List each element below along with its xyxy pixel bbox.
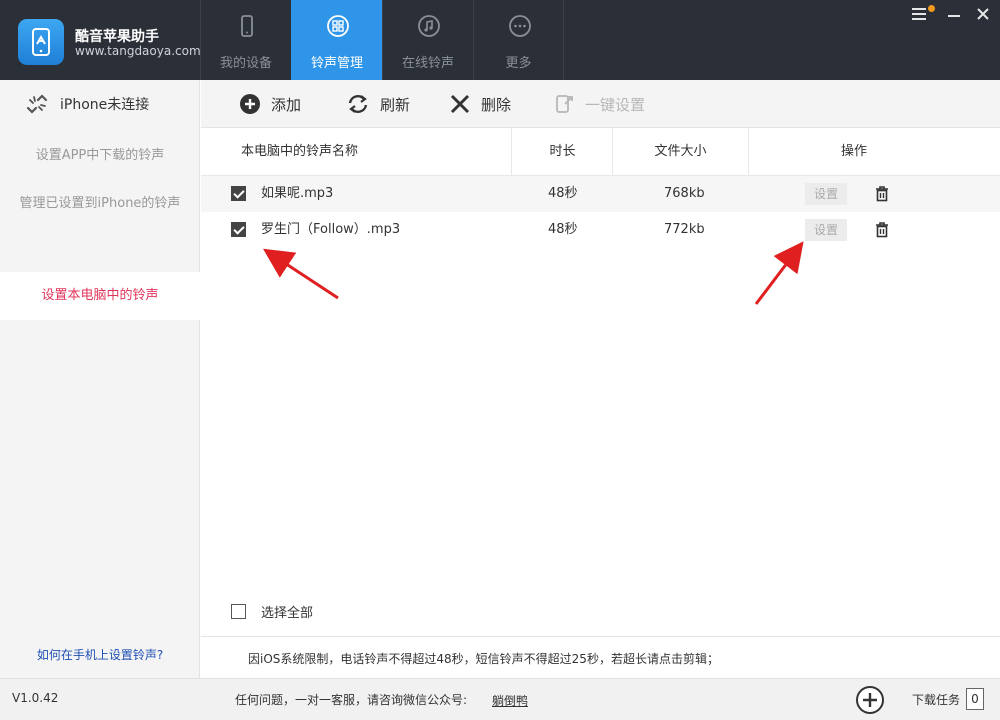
select-all-checkbox[interactable]: [231, 604, 246, 619]
main-nav: 我的设备 铃声管理 在线铃声 更多: [200, 0, 564, 80]
tab-more[interactable]: 更多: [473, 0, 564, 80]
ringtone-manage-icon: [327, 15, 349, 37]
contact-text: 任何问题，一对一客服，请咨询微信公众号:: [235, 693, 468, 707]
tab-my-device[interactable]: 我的设备: [200, 0, 291, 80]
select-all[interactable]: 选择全部: [231, 602, 313, 621]
ringtone-duration: 48秒: [548, 186, 578, 201]
app-url: www.tangdaoya.com: [75, 44, 201, 58]
trash-icon[interactable]: [875, 222, 889, 238]
status-bar: V1.0.42 任何问题，一对一客服，请咨询微信公众号: 躺倒鸭 下载任务 0: [0, 678, 1000, 720]
minimize-icon[interactable]: [943, 6, 965, 26]
header-name: 本电脑中的铃声名称: [241, 144, 359, 159]
one-click-set-icon: [556, 95, 573, 113]
tab-online-ringtone[interactable]: 在线铃声: [382, 0, 473, 80]
plus-icon: [240, 94, 260, 114]
tab-label: 在线铃声: [401, 56, 454, 71]
menu-icon[interactable]: [908, 6, 930, 26]
x-icon: [450, 94, 470, 114]
header-action: 操作: [840, 144, 867, 159]
header-duration: 时长: [549, 144, 576, 159]
ringtone-size: 772kb: [664, 222, 705, 237]
connection-text: iPhone未连接: [60, 97, 150, 113]
table-header: 本电脑中的铃声名称 时长 文件大小 操作: [201, 128, 1000, 176]
music-note-icon: [418, 15, 440, 37]
delete-label: 删除: [481, 95, 512, 114]
sidebar-item-local-ringtones[interactable]: 设置本电脑中的铃声: [0, 272, 200, 320]
more-dots-icon: [509, 15, 531, 37]
download-count: 0: [966, 688, 984, 710]
ringtone-name: 如果呢.mp3: [261, 186, 334, 201]
tab-label: 我的设备: [219, 56, 272, 71]
ringtone-duration: 48秒: [548, 222, 578, 237]
download-task-label: 下载任务: [912, 693, 961, 707]
sidebar: iPhone未连接 设置APP中下载的铃声 管理已设置到iPhone的铃声 设置…: [0, 80, 200, 678]
connection-status: iPhone未连接: [24, 92, 149, 116]
table-row[interactable]: 如果呢.mp3 48秒 768kb 设置: [201, 176, 1000, 212]
select-all-label: 选择全部: [261, 606, 314, 621]
ringtone-size: 768kb: [664, 186, 705, 201]
tab-label: 铃声管理: [310, 56, 363, 71]
header-size: 文件大小: [654, 144, 707, 159]
wechat-link[interactable]: 躺倒鸭: [492, 692, 528, 709]
download-task-icon[interactable]: [855, 685, 885, 715]
table-row[interactable]: 罗生门（Follow）.mp3 48秒 772kb 设置: [201, 212, 1000, 248]
sidebar-item-manage-iphone[interactable]: 管理已设置到iPhone的铃声: [0, 192, 200, 211]
arrow-to-checkbox: [262, 248, 339, 300]
title-bar: 酷音苹果助手 www.tangdaoya.com 我的设备 铃声管理 在线铃声 …: [0, 0, 1000, 80]
refresh-icon: [348, 95, 368, 113]
app-logo-icon: [18, 19, 64, 65]
app-name: 酷音苹果助手: [75, 29, 159, 45]
toolbar: 添加 刷新 删除 一键设置: [201, 80, 1000, 128]
one-click-set-button[interactable]: 一键设置: [553, 92, 645, 116]
ringtone-name: 罗生门（Follow）.mp3: [261, 222, 401, 237]
row-checkbox[interactable]: [231, 222, 246, 237]
one-click-set-label: 一键设置: [585, 95, 646, 114]
row-checkbox[interactable]: [231, 186, 246, 201]
phone-icon: [241, 15, 253, 37]
add-label: 添加: [271, 95, 302, 114]
delete-button[interactable]: 删除: [449, 92, 511, 116]
notice-text: 因iOS系统限制，电话铃声不得超过48秒，短信铃声不得超过25秒，若超长请点击剪…: [248, 652, 719, 666]
close-icon[interactable]: [972, 6, 994, 26]
trash-icon[interactable]: [875, 186, 889, 202]
tab-ringtone-manage[interactable]: 铃声管理: [291, 0, 382, 80]
arrow-to-set-button: [754, 241, 804, 305]
add-button[interactable]: 添加: [239, 92, 301, 116]
broken-link-icon: [26, 94, 48, 114]
notification-dot: [928, 5, 935, 12]
help-link[interactable]: 如何在手机上设置铃声?: [0, 646, 200, 663]
refresh-label: 刷新: [380, 95, 411, 114]
set-ringtone-button[interactable]: 设置: [805, 219, 847, 241]
refresh-button[interactable]: 刷新: [346, 92, 410, 116]
sidebar-item-app-downloads[interactable]: 设置APP中下载的铃声: [0, 144, 200, 163]
limit-notice: 因iOS系统限制，电话铃声不得超过48秒，短信铃声不得超过25秒，若超长请点击剪…: [201, 636, 1000, 678]
set-ringtone-button[interactable]: 设置: [805, 183, 847, 205]
version-label: V1.0.42: [12, 691, 59, 705]
tab-label: 更多: [505, 56, 532, 71]
